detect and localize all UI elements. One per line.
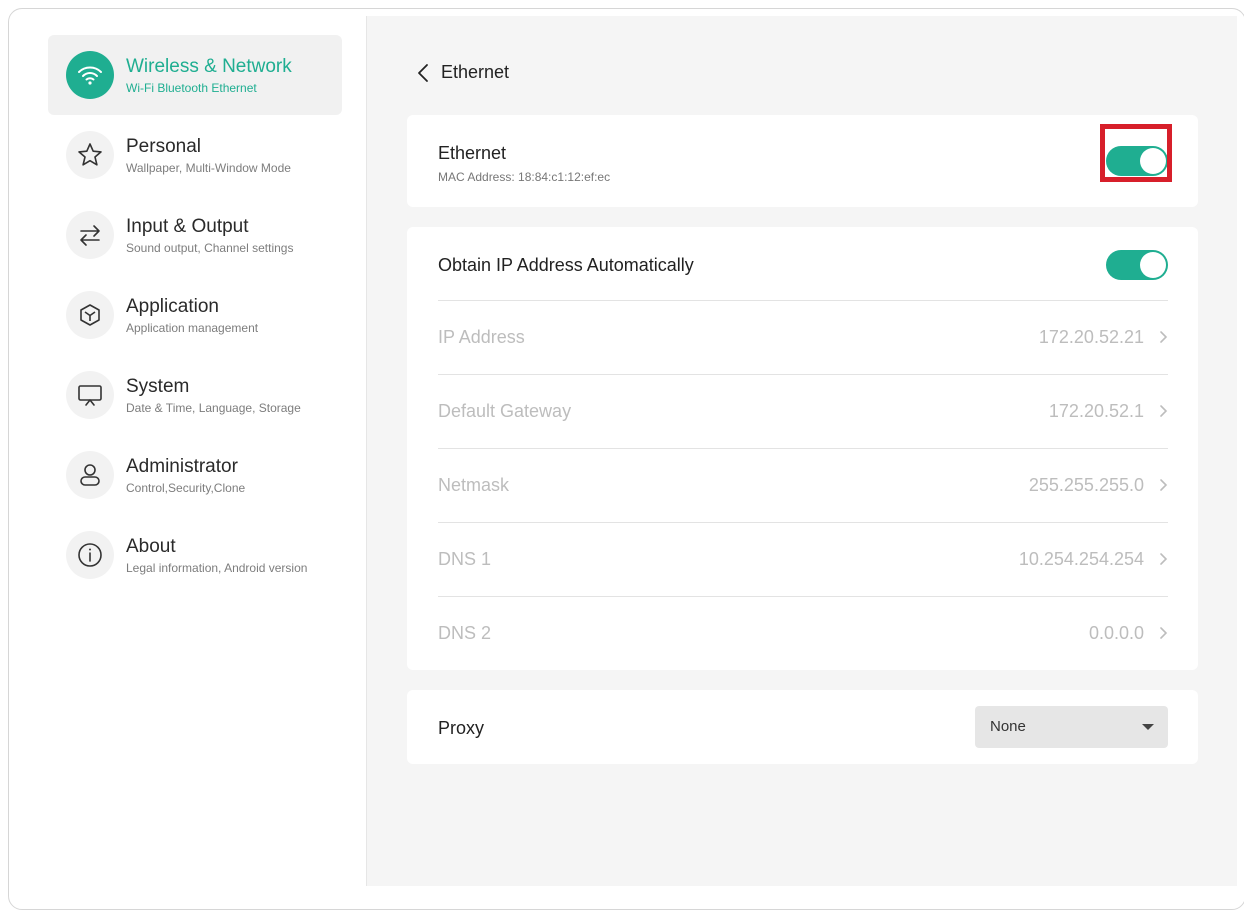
dns2-value: 0.0.0.0: [1088, 623, 1144, 643]
back-button[interactable]: Ethernet: [417, 62, 509, 83]
sidebar-item-subtitle: Sound output, Channel settings: [126, 241, 294, 255]
sidebar-item-personal[interactable]: Personal Wallpaper, Multi-Window Mode: [48, 115, 342, 195]
sidebar-item-title: System: [126, 376, 190, 397]
caret-down-icon: [1142, 724, 1154, 730]
sidebar-item-title: About: [126, 536, 176, 557]
sidebar-item-system[interactable]: System Date & Time, Language, Storage: [48, 355, 342, 435]
ethernet-title: Ethernet: [438, 143, 507, 163]
monitor-icon: [66, 371, 114, 419]
sidebar-item-subtitle: Legal information, Android version: [126, 561, 308, 575]
sidebar-item-title: Application: [126, 296, 219, 317]
ip-address-value: 172.20.52.21: [1038, 327, 1144, 347]
page-title: Ethernet: [441, 62, 510, 82]
netmask-label: Netmask: [438, 475, 510, 495]
sidebar-item-subtitle: Application management: [126, 321, 259, 335]
sidebar-item-subtitle: Wallpaper, Multi-Window Mode: [126, 161, 291, 175]
obtain-ip-toggle[interactable]: [1106, 250, 1168, 280]
chevron-right-icon: [1160, 627, 1168, 639]
proxy-card: Proxy None: [407, 690, 1198, 764]
chevron-right-icon: [1160, 331, 1168, 343]
sidebar-item-input-output[interactable]: Input & Output Sound output, Channel set…: [48, 195, 342, 275]
chevron-left-icon: [418, 63, 428, 82]
info-icon: [66, 531, 114, 579]
ethernet-card: Ethernet MAC Address: 18:84:c1:12:ef:ec: [407, 115, 1198, 207]
row-divider: [438, 522, 1168, 523]
proxy-select[interactable]: None: [975, 706, 1168, 748]
mac-address: MAC Address: 18:84:c1:12:ef:ec: [438, 170, 611, 184]
sidebar-item-subtitle: Wi-Fi Bluetooth Ethernet: [126, 81, 257, 95]
proxy-label: Proxy: [438, 718, 485, 738]
default-gateway-label: Default Gateway: [438, 401, 572, 421]
chevron-right-icon: [1160, 479, 1168, 491]
sidebar-item-wireless-network[interactable]: Wireless & Network Wi-Fi Bluetooth Ether…: [48, 35, 342, 115]
row-divider: [438, 374, 1168, 375]
sidebar-item-title: Input & Output: [126, 216, 249, 237]
dns2-row[interactable]: DNS 2 0.0.0.0: [438, 596, 1168, 670]
sidebar-item-subtitle: Control,Security,Clone: [126, 481, 246, 495]
sidebar-item-application[interactable]: Application Application management: [48, 275, 342, 355]
sidebar-item-subtitle: Date & Time, Language, Storage: [126, 401, 301, 415]
sidebar: Wireless & Network Wi-Fi Bluetooth Ether…: [22, 16, 366, 886]
ip-settings-card: Obtain IP Address Automatically IP Addre…: [407, 227, 1198, 670]
sidebar-item-title: Administrator: [126, 456, 238, 477]
user-icon: [66, 451, 114, 499]
highlight-box: [1100, 124, 1172, 182]
netmask-row[interactable]: Netmask 255.255.255.0: [438, 448, 1168, 522]
default-gateway-row[interactable]: Default Gateway 172.20.52.1: [438, 374, 1168, 448]
dns1-row[interactable]: DNS 1 10.254.254.254: [438, 522, 1168, 596]
dns1-value: 10.254.254.254: [1018, 549, 1144, 569]
row-divider: [438, 300, 1168, 301]
default-gateway-value: 172.20.52.1: [1048, 401, 1144, 421]
sidebar-item-title: Wireless & Network: [126, 56, 292, 77]
dns1-label: DNS 1: [438, 549, 492, 569]
toggle-knob: [1140, 252, 1166, 278]
ip-address-row[interactable]: IP Address 172.20.52.21: [438, 300, 1168, 374]
swap-arrows-icon: [66, 211, 114, 259]
star-icon: [66, 131, 114, 179]
row-divider: [438, 596, 1168, 597]
row-divider: [438, 448, 1168, 449]
ip-address-label: IP Address: [438, 327, 525, 347]
chevron-right-icon: [1160, 405, 1168, 417]
chevron-right-icon: [1160, 553, 1168, 565]
proxy-select-value: None: [990, 718, 1026, 735]
sidebar-item-title: Personal: [126, 136, 201, 157]
main-panel: Ethernet Ethernet MAC Address: 18:84:c1:…: [367, 16, 1237, 886]
wifi-icon: [66, 51, 114, 99]
netmask-value: 255.255.255.0: [1028, 475, 1144, 495]
cube-icon: [66, 291, 114, 339]
dns2-label: DNS 2: [438, 623, 492, 643]
sidebar-item-administrator[interactable]: Administrator Control,Security,Clone: [48, 435, 342, 515]
sidebar-item-about[interactable]: About Legal information, Android version: [48, 515, 342, 595]
obtain-ip-label: Obtain IP Address Automatically: [438, 255, 694, 275]
